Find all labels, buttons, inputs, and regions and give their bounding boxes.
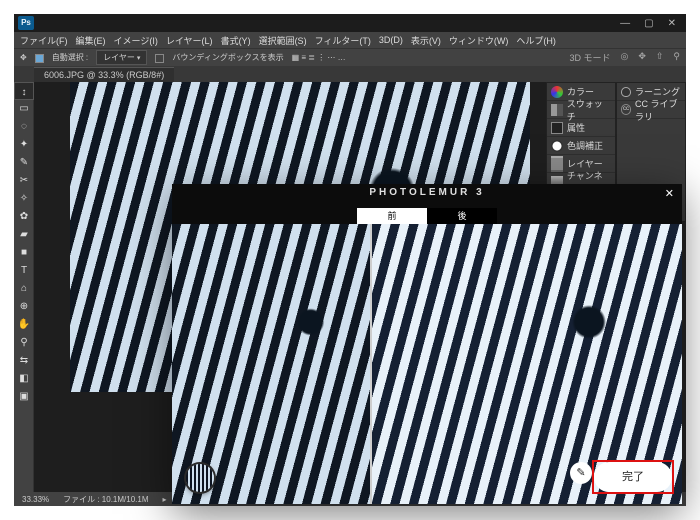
status-more-icon[interactable]: ▸ bbox=[163, 495, 167, 504]
cc-icon: cc bbox=[621, 104, 631, 115]
auto-select-target[interactable]: レイヤー bbox=[96, 50, 147, 65]
tool-swap[interactable]: ⇆ bbox=[14, 352, 34, 370]
menu-3d[interactable]: 3D(D) bbox=[379, 35, 403, 45]
menu-view[interactable]: 表示(V) bbox=[411, 34, 441, 47]
move-tool-icon[interactable]: ✥ bbox=[20, 53, 27, 62]
tool-brush[interactable]: ✿ bbox=[14, 208, 34, 226]
menubar: ファイル(F) 編集(E) イメージ(I) レイヤー(L) 書式(Y) 選択範囲… bbox=[14, 32, 686, 48]
menu-select[interactable]: 選択範囲(S) bbox=[259, 34, 307, 47]
swatches-icon bbox=[551, 104, 563, 116]
done-button-highlight bbox=[592, 460, 674, 494]
layers-icon bbox=[551, 158, 563, 170]
window-maximize[interactable]: ▢ bbox=[644, 18, 653, 29]
tool-lasso[interactable]: ◌ bbox=[14, 118, 34, 136]
status-zoom[interactable]: 33.33% bbox=[22, 495, 49, 504]
options-bar: ✥ 自動選択 : レイヤー バウンディングボックスを表示 ▦ ≡ ≣ ⋮ ⋯ …… bbox=[14, 48, 686, 66]
tool-move[interactable]: ↕ bbox=[14, 82, 34, 100]
tools-panel: ↕ ▭ ◌ ✦ ✎ ✂ ✧ ✿ ▰ ■ T ⌂ ⊕ ✋ ⚲ ⇆ ◧ ▣ bbox=[14, 82, 34, 492]
tool-more[interactable]: ⚲ bbox=[14, 334, 34, 352]
tool-type[interactable]: T bbox=[14, 262, 34, 280]
tab-before[interactable]: 前 bbox=[357, 208, 427, 224]
menu-edit[interactable]: 編集(E) bbox=[76, 34, 106, 47]
menu-layer[interactable]: レイヤー(L) bbox=[166, 34, 213, 47]
tool-mask[interactable]: ▣ bbox=[14, 388, 34, 406]
3d-mode-label: 3D モード bbox=[569, 51, 610, 64]
menu-type[interactable]: 書式(Y) bbox=[221, 34, 251, 47]
bulb-icon bbox=[621, 87, 631, 97]
app-badge: Ps bbox=[18, 16, 34, 30]
panel-cclib-label: CC ライブラリ bbox=[635, 97, 681, 123]
auto-select-checkbox[interactable] bbox=[35, 54, 44, 63]
menu-file[interactable]: ファイル(F) bbox=[20, 34, 68, 47]
align-icons[interactable]: ▦ ≡ ≣ ⋮ ⋯ … bbox=[292, 53, 346, 62]
photolemur-title: PHOTOLEMUR 3 bbox=[172, 187, 682, 198]
menu-window[interactable]: ウィンドウ(W) bbox=[449, 34, 509, 47]
panel-swatches-label: スウォッチ bbox=[567, 97, 611, 123]
window-close[interactable]: ✕ bbox=[668, 18, 676, 29]
preview-before-image bbox=[172, 224, 370, 504]
edit-button[interactable]: ✎ bbox=[570, 462, 592, 484]
tab-after[interactable]: 後 bbox=[427, 208, 497, 224]
menu-filter[interactable]: フィルター(T) bbox=[315, 34, 371, 47]
3d-orbit-icon[interactable]: ◎ bbox=[620, 51, 628, 64]
status-fileinfo[interactable]: ファイル : 10.1M/10.1M bbox=[63, 494, 148, 505]
share-icon[interactable]: ⇧ bbox=[656, 51, 664, 64]
panel-adjustments-label: 色調補正 bbox=[567, 139, 603, 152]
properties-icon bbox=[551, 122, 563, 134]
bbox-label: バウンディングボックスを表示 bbox=[172, 52, 283, 63]
window-minimize[interactable]: — bbox=[620, 18, 630, 29]
photolemur-close-icon[interactable]: ✕ bbox=[665, 187, 674, 200]
tool-marquee[interactable]: ▭ bbox=[14, 100, 34, 118]
adjustments-icon bbox=[551, 140, 563, 152]
menu-help[interactable]: ヘルプ(H) bbox=[516, 34, 556, 47]
search-icon[interactable]: ⚲ bbox=[673, 51, 680, 64]
document-tab[interactable]: 6006.JPG @ 33.3% (RGB/8#) bbox=[34, 67, 174, 82]
menu-image[interactable]: イメージ(I) bbox=[114, 34, 158, 47]
tool-fgbg[interactable]: ◧ bbox=[14, 370, 34, 388]
style-preset-button[interactable] bbox=[186, 464, 214, 492]
panel-properties-label: 属性 bbox=[567, 121, 585, 134]
color-icon bbox=[551, 86, 563, 98]
3d-pan-icon[interactable]: ✥ bbox=[638, 51, 646, 64]
tool-stamp[interactable]: ▰ bbox=[14, 226, 34, 244]
panel-swatches[interactable]: スウォッチ bbox=[547, 101, 615, 119]
tool-zoom[interactable]: ✋ bbox=[14, 316, 34, 334]
tool-gradient[interactable]: ■ bbox=[14, 244, 34, 262]
panel-cclib[interactable]: ccCC ライブラリ bbox=[617, 101, 685, 119]
auto-select-label: 自動選択 : bbox=[52, 52, 88, 63]
tool-hand[interactable]: ⊕ bbox=[14, 298, 34, 316]
tool-wand[interactable]: ✦ bbox=[14, 136, 34, 154]
panel-adjustments[interactable]: 色調補正 bbox=[547, 137, 615, 155]
bbox-checkbox[interactable] bbox=[155, 54, 164, 63]
tool-eyedropper[interactable]: ✂ bbox=[14, 172, 34, 190]
photolemur-window: PHOTOLEMUR 3 ✕ 前 後 ✎ 完了 bbox=[172, 184, 682, 504]
tool-shape[interactable]: ⌂ bbox=[14, 280, 34, 298]
preview-before[interactable] bbox=[172, 224, 372, 504]
tool-crop[interactable]: ✎ bbox=[14, 154, 34, 172]
tool-heal[interactable]: ✧ bbox=[14, 190, 34, 208]
